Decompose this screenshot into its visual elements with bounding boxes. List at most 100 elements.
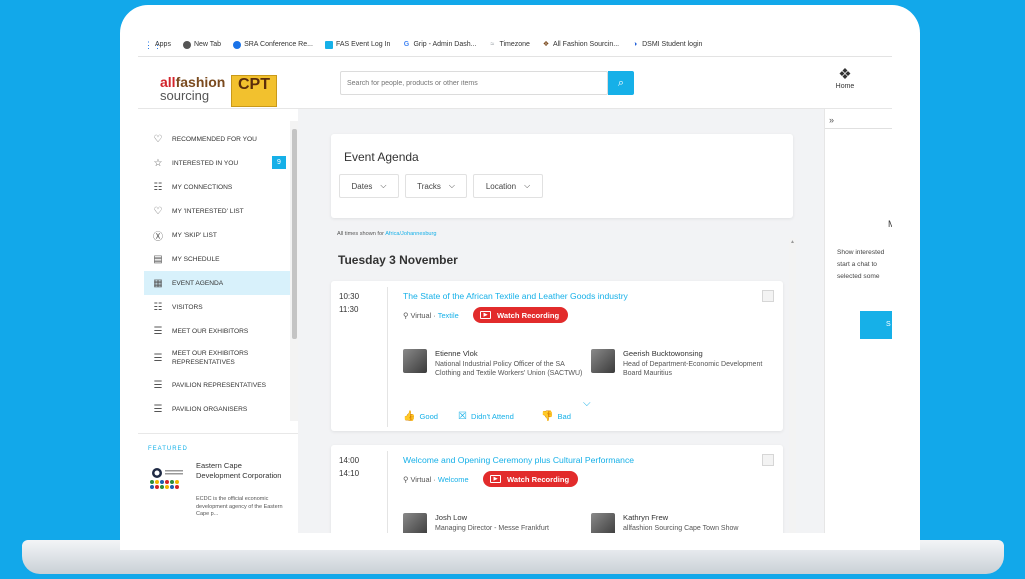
ecdc-logo-icon: [150, 468, 183, 489]
sidebar-item-schedule[interactable]: ▤ My schedule: [144, 247, 290, 271]
search-input[interactable]: [341, 72, 581, 95]
speaker-name: Geerish Bucktowonsing: [623, 349, 703, 358]
watch-recording-button[interactable]: ▶ Watch Recording: [473, 307, 569, 323]
right-panel-button[interactable]: S: [860, 311, 892, 339]
session-checkbox[interactable]: [762, 454, 774, 466]
apps-grid-icon: ⋮⋮: [144, 39, 162, 50]
featured-company-name[interactable]: Eastern Cape Development Corporation: [196, 461, 286, 481]
interested-count-badge: 9: [272, 156, 286, 169]
track-link[interactable]: Welcome: [438, 475, 469, 484]
sidebar-scrollbar-thumb[interactable]: [292, 129, 297, 339]
feedback-good-button[interactable]: 👍 Good: [403, 411, 438, 422]
scroll-up-icon[interactable]: ▲: [790, 239, 795, 245]
bookmark-allfashion[interactable]: ❖ All Fashion Sourcin...: [542, 41, 619, 49]
tracks-filter[interactable]: Tracks ⌵: [405, 174, 467, 198]
timezone-link[interactable]: Africa/Johannesburg: [385, 231, 436, 237]
sidebar-item-visitors[interactable]: ☷ Visitors: [144, 295, 290, 319]
agenda-scrollbar[interactable]: [789, 238, 796, 533]
thumbs-up-icon: 👍: [403, 411, 416, 422]
feedback-bad-button[interactable]: 👎 Bad: [541, 411, 571, 422]
dates-filter[interactable]: Dates ⌵: [339, 174, 399, 198]
bookmark-new-tab[interactable]: New Tab: [182, 40, 221, 49]
session-location: ⚲ Virtual · Welcome: [403, 475, 469, 484]
bookmark-dsmi[interactable]: ◑ DSMI Student login: [631, 41, 702, 49]
session-checkbox[interactable]: [762, 290, 774, 302]
google-icon: G: [403, 40, 410, 48]
site-header: allfashion sourcing CPT ⌕ ❖ Home: [138, 57, 892, 109]
search-box: [340, 71, 608, 95]
sidebar-item-event-agenda[interactable]: ▦ Event agenda: [144, 271, 290, 295]
right-panel-text: Show interested start a chat to selected…: [837, 249, 885, 280]
speaker-role: National Industrial Policy Officer of th…: [435, 361, 583, 377]
feedback-didnt-attend-button[interactable]: ☒ Didn't Attend: [458, 411, 514, 422]
page-title: Event Agenda: [344, 150, 419, 164]
chevron-down-icon: ⌵: [380, 181, 387, 190]
cpt-logo: CPT: [231, 75, 277, 107]
session-divider: [387, 287, 388, 427]
sidebar-item-interested-list[interactable]: ♡ My 'Interested' list: [144, 199, 290, 223]
bookmarks-bar: ⋮⋮ Apps New Tab SRA Conference Re... FAS …: [138, 33, 892, 57]
speaker-role: allfashion Sourcing Cape Town Show: [623, 525, 739, 532]
timezone-icon: ≈: [490, 40, 495, 48]
session-location: ⚲ Virtual · Textile: [403, 311, 459, 320]
speaker-name: Josh Low: [435, 513, 468, 522]
sidebar: ♡ Recommended for you ☆ Interested in you 9…: [138, 109, 298, 533]
location-filter[interactable]: Location ⌵: [473, 174, 543, 198]
track-link[interactable]: Textile: [438, 311, 459, 320]
featured-company-description: ECDC is the official economic developmen…: [196, 496, 283, 517]
list-icon: ☰: [153, 403, 163, 415]
bookmark-grip[interactable]: G Grip - Admin Dash...: [402, 40, 477, 49]
list-icon: ☰: [153, 352, 163, 364]
sidebar-item-pavilion-organisers[interactable]: ☰ Pavilion organisers: [144, 397, 290, 421]
skip-icon: ⓧ: [153, 231, 163, 243]
sra-icon: [233, 40, 242, 49]
session-title[interactable]: The State of the African Textile and Lea…: [403, 291, 628, 301]
bookmark-sra[interactable]: SRA Conference Re...: [233, 40, 313, 49]
collapse-panel-button[interactable]: »: [825, 111, 892, 129]
expand-chevron-icon[interactable]: ⌵: [583, 398, 591, 409]
play-icon: ▶: [480, 311, 491, 319]
fas-icon: [324, 40, 333, 49]
dsmi-icon: ◑: [632, 40, 638, 48]
speaker-role: Head of Department-Economic Development …: [623, 361, 763, 377]
calendar-icon: ▦: [153, 277, 163, 289]
location-pin-icon: ⚲: [403, 311, 409, 320]
bookmark-fas[interactable]: FAS Event Log In: [324, 40, 390, 49]
sidebar-item-connections[interactable]: ☷ My connections: [144, 175, 290, 199]
x-box-icon: ☒: [458, 411, 467, 422]
timezone-note: All times shown for Africa/Johannesburg: [337, 231, 437, 237]
browser-screen: ⋮⋮ Apps New Tab SRA Conference Re... FAS …: [138, 33, 892, 533]
right-panel-heading: M: [888, 219, 892, 229]
speaker-role: Managing Director - Messe Frankfurt: [435, 525, 549, 532]
bookmark-apps[interactable]: ⋮⋮ Apps: [144, 39, 171, 50]
list-icon: ☰: [153, 325, 163, 337]
schedule-icon: ▤: [153, 253, 163, 265]
sidebar-divider: [138, 433, 298, 434]
location-pin-icon: ⚲: [403, 475, 409, 484]
session-time: 10:30 11:30: [339, 292, 360, 314]
avatar: [403, 513, 427, 533]
sidebar-item-interested-in-you[interactable]: ☆ Interested in you 9: [144, 151, 290, 175]
sidebar-item-recommended[interactable]: ♡ Recommended for you: [144, 127, 290, 151]
globe-icon: [182, 40, 191, 49]
speaker-name: Kathryn Frew: [623, 513, 669, 522]
search-button[interactable]: ⌕: [608, 71, 634, 95]
home-icon: ❖: [838, 66, 852, 83]
day-heading: Tuesday 3 November: [338, 253, 458, 267]
connections-icon: ☷: [153, 181, 163, 193]
right-panel: » M Show interested start a chat to sele…: [824, 109, 892, 533]
watch-recording-button[interactable]: ▶ Watch Recording: [483, 471, 579, 487]
sidebar-item-exhibitors[interactable]: ☰ Meet our exhibitors: [144, 319, 290, 343]
sidebar-item-skip-list[interactable]: ⓧ My 'Skip' list: [144, 223, 290, 247]
sidebar-item-pavilion-reps[interactable]: ☰ Pavilion representatives: [144, 373, 290, 397]
session-title[interactable]: Welcome and Opening Ceremony plus Cultur…: [403, 455, 634, 465]
speaker-name: Etienne Vlok: [435, 349, 478, 358]
allfashion-logo[interactable]: allfashion sourcing: [160, 75, 225, 103]
home-nav[interactable]: ❖ Home: [828, 66, 862, 91]
chevron-down-icon: ⌵: [524, 181, 531, 190]
agenda-header-card: Event Agenda Dates ⌵ Tracks ⌵ Location ⌵: [331, 134, 793, 218]
avatar: [591, 513, 615, 533]
thumbs-down-icon: 👎: [541, 411, 554, 422]
sidebar-item-exhibitor-reps[interactable]: ☰ Meet our exhibitors representatives: [144, 343, 290, 373]
bookmark-timezone[interactable]: ≈ Timezone: [488, 40, 530, 49]
